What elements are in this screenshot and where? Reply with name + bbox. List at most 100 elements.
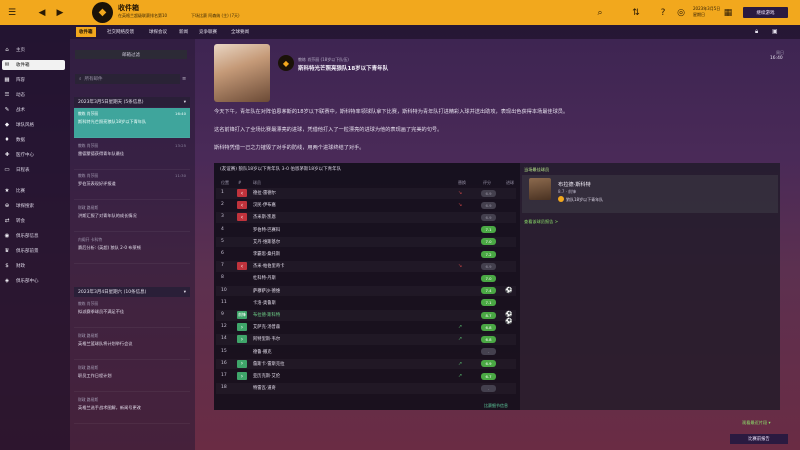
table-row[interactable]: 12 › 艾萨克·汤普森 ↗ 6.8 [216,322,516,333]
current-date[interactable]: 2023年3月5日 星期日 [693,6,720,18]
sidebar-item[interactable]: ◉ 俱乐部信息 [2,231,65,241]
tab-competitions[interactable]: 竞争联赛 [196,27,220,37]
player-name[interactable]: 杰米斯·凯恩 [253,214,276,220]
player-name[interactable]: 艾丹·维斯基尔 [253,239,280,245]
player-name[interactable]: 阿特里斯·韦尔 [253,336,280,342]
player-name[interactable]: 汉民·伊布嘉 [253,202,276,208]
mail-filter-button[interactable]: 邮箱过滤 [75,50,187,59]
player-name[interactable]: 詹斯卡·雷斯克拉 [253,361,284,367]
player-name[interactable]: 李霸思·桑托斯 [253,251,280,257]
tab-inbox[interactable]: 收件箱 [76,27,96,37]
sidebar-item[interactable]: ✚ 医疗中心 [2,150,65,160]
table-row[interactable]: 11 卡洛·奥鲁斯 7.1 [216,298,516,309]
continue-button[interactable]: 继续游戏 [743,7,788,18]
table-row[interactable]: 3 ‹ 杰米斯·凯恩 6.9 [216,212,516,223]
tab-scout-meeting[interactable]: 球探会议 [146,27,170,37]
match-details-link[interactable]: 比赛细节信息 [484,403,508,409]
sidebar-item[interactable]: ♦ 数据 [2,135,65,145]
message-list-item[interactable]: 财政 路易斯 职员工作日程计划 [74,362,190,392]
back-arrow-icon[interactable]: ◀ [34,0,50,25]
watch-highlights-link[interactable]: 观看最近片段 ▾ [742,420,771,426]
table-row[interactable]: 18 特雷瓦·道奇 - [216,383,516,394]
message-list-item[interactable]: 教练 肖莎丽 雷德蒙德获得青年队最佳 13:25 [74,140,190,170]
message-list-item[interactable]: 教练 肖莎丽 拟派赛季球员不满足不佳 [74,298,190,328]
table-row[interactable]: 17 › 亚历克斯·艾伦 ↗ 6.7 [216,371,516,382]
player-name[interactable]: 德拉·雷德尔 [253,190,276,196]
sidebar-item[interactable]: $ 财政 [2,261,65,271]
tab-social-feedback[interactable]: 社交网络反馈 [104,27,137,37]
date-group-header[interactable]: 2023年3月5日星期天 (5条信息) ▾ [74,97,190,107]
sidebar-item[interactable]: ◆ 球队风格 [2,120,65,130]
forward-arrow-icon[interactable]: ▶ [52,0,68,25]
table-row[interactable]: 16 › 詹斯卡·雷斯克拉 ↗ 6.9 [216,359,516,370]
player-name[interactable]: 布拉德·斯科特 [253,312,280,318]
sidebar-item[interactable]: ⊕ 球探搜索 [2,201,65,211]
potm-rating: 8.7 · 前锋 [558,189,577,194]
help-icon[interactable]: ? [655,0,671,25]
player-name[interactable]: 亚历克斯·艾伦 [253,373,280,379]
table-row[interactable]: 9 前锋 布拉德·斯科特 8.7 ⚽⚽ [216,310,516,325]
tab-news[interactable]: 新闻 [176,27,191,37]
sidebar-item[interactable]: ✉ 收件箱 [2,60,65,70]
view-player-report-link[interactable]: 查看该球员报告 > [524,219,558,225]
table-row[interactable]: 6 李霸思·桑托斯 7.2 [216,249,516,260]
player-name[interactable]: 罗伯特·巴赛科 [253,227,280,233]
tv-icon[interactable]: ▣ [772,28,778,35]
sidebar-item[interactable]: ⇄ 转会 [2,216,65,226]
lock-icon[interactable]: 🔒︎ [755,28,758,36]
sidebar-item[interactable]: ★ 比赛 [2,186,65,196]
table-row[interactable]: 1 ‹ 德拉·雷德尔 ↘ 6.9 [216,188,516,199]
player-name[interactable]: 萨穆萨沙·德维 [253,288,280,294]
message-list-item[interactable]: 教练 肖莎丽 罗伯茨表现好评报道 11:30 [74,170,190,200]
sidebar-item[interactable]: ⌂ 主页 [2,45,65,55]
message-list-item[interactable]: 教练 肖莎丽 斯科特光芒照亮狼队18岁以下青年队 16:40 [74,108,190,138]
search-icon[interactable]: ⌕ [592,0,608,25]
potm-name[interactable]: 布拉德·斯科特 [558,181,591,188]
player-name[interactable]: 德鲁·撒克 [253,349,272,355]
sidebar-item[interactable]: ☰ 动态 [2,90,65,100]
table-row[interactable]: 5 艾丹·维斯基尔 7.0 [216,237,516,248]
club-badge-wolf-icon[interactable]: ◆ [92,2,113,23]
player-name[interactable]: 艾萨克·汤普森 [253,324,280,330]
table-title[interactable]: (友谊赛) 狼队18岁以下青年队 3-0 伯恩茅斯18岁以下青年队 [220,166,341,172]
table-row[interactable]: 4 罗伯特·巴赛科 7.1 [216,225,516,236]
next-fixture[interactable]: 下场比赛 阿森纳 (主) (7天) [191,13,240,19]
player-name[interactable]: 特雷瓦·道奇 [253,385,276,391]
sidebar-item[interactable]: ✎ 战术 [2,105,65,115]
message-subject: 英格兰选手战术图解，新闻号更改 [78,405,141,410]
sidebar-icon: ◆ [4,122,10,128]
player-name[interactable]: 卡洛·奥鲁斯 [253,300,276,306]
table-row[interactable]: 14 › 阿特里斯·韦尔 ↗ 6.8 [216,334,516,345]
message-list-item[interactable]: 内阁开 卡科特 赛后分析: (英超) 狼队 2-0 布莱顿 [74,234,190,264]
table-row[interactable]: 2 ‹ 汉民·伊布嘉 ↘ 6.9 [216,200,516,211]
player-name[interactable]: 杰米·帕伯里奇卡 [253,263,284,269]
sidebar-item[interactable]: ▭ 日程表 [2,165,65,175]
player-name[interactable]: 杜科特·丹斯 [253,275,276,281]
table-row[interactable]: 15 德鲁·撒克 - [216,347,516,358]
sidebar-item[interactable]: ▦ 阵容 [2,75,65,85]
substituted-off-icon: ‹ [237,262,247,271]
message-list-item[interactable]: 财政 路易斯 洪斯汇报了对青年队的成长情况 [74,202,190,232]
list-options-icon[interactable]: ≡ [182,76,186,82]
calendar-icon[interactable]: ▦ [720,0,736,25]
match-report-button[interactable]: 比赛前报告 [730,434,788,444]
message-list-item[interactable]: 财政 路易斯 英格兰篮球队将计划举行会议 [74,330,190,360]
potm-club[interactable]: 狼队18岁以下青年队 [566,197,603,203]
message-sender[interactable]: 教练 肖莎丽 (18岁以下队伍) [298,57,349,63]
sort-icon[interactable]: ⇅ [628,0,644,25]
message-list-item[interactable]: 财政 路易斯 英格兰选手战术图解，新闻号更改 [74,394,190,424]
table-row[interactable]: 10 萨穆萨沙·德维 7.4 ⚽ [216,286,516,297]
table-row[interactable]: 7 ‹ 杰米·帕伯里奇卡 ↘ 6.9 [216,261,516,272]
sidebar-item-label: 转会 [16,219,25,224]
sidebar-item[interactable]: ◈ 俱乐部中心 [2,276,65,286]
tab-world-news[interactable]: 全球要闻 [228,27,252,37]
col-header-rating: 评分 [483,180,491,185]
menu-icon[interactable]: ☰ [4,0,20,25]
globe-icon[interactable]: ◎ [673,0,689,25]
sidebar-item[interactable]: ♛ 俱乐部前景 [2,246,65,256]
search-input[interactable]: ⌕ 所有邮件 [75,74,180,84]
message-time: 13:25 [175,143,186,148]
rating-badge: 6.9 [481,213,496,221]
date-group-header[interactable]: 2023年3月4日星期六 (10条信息) ▾ [74,287,190,297]
table-row[interactable]: 8 杜科特·丹斯 7.0 [216,273,516,284]
